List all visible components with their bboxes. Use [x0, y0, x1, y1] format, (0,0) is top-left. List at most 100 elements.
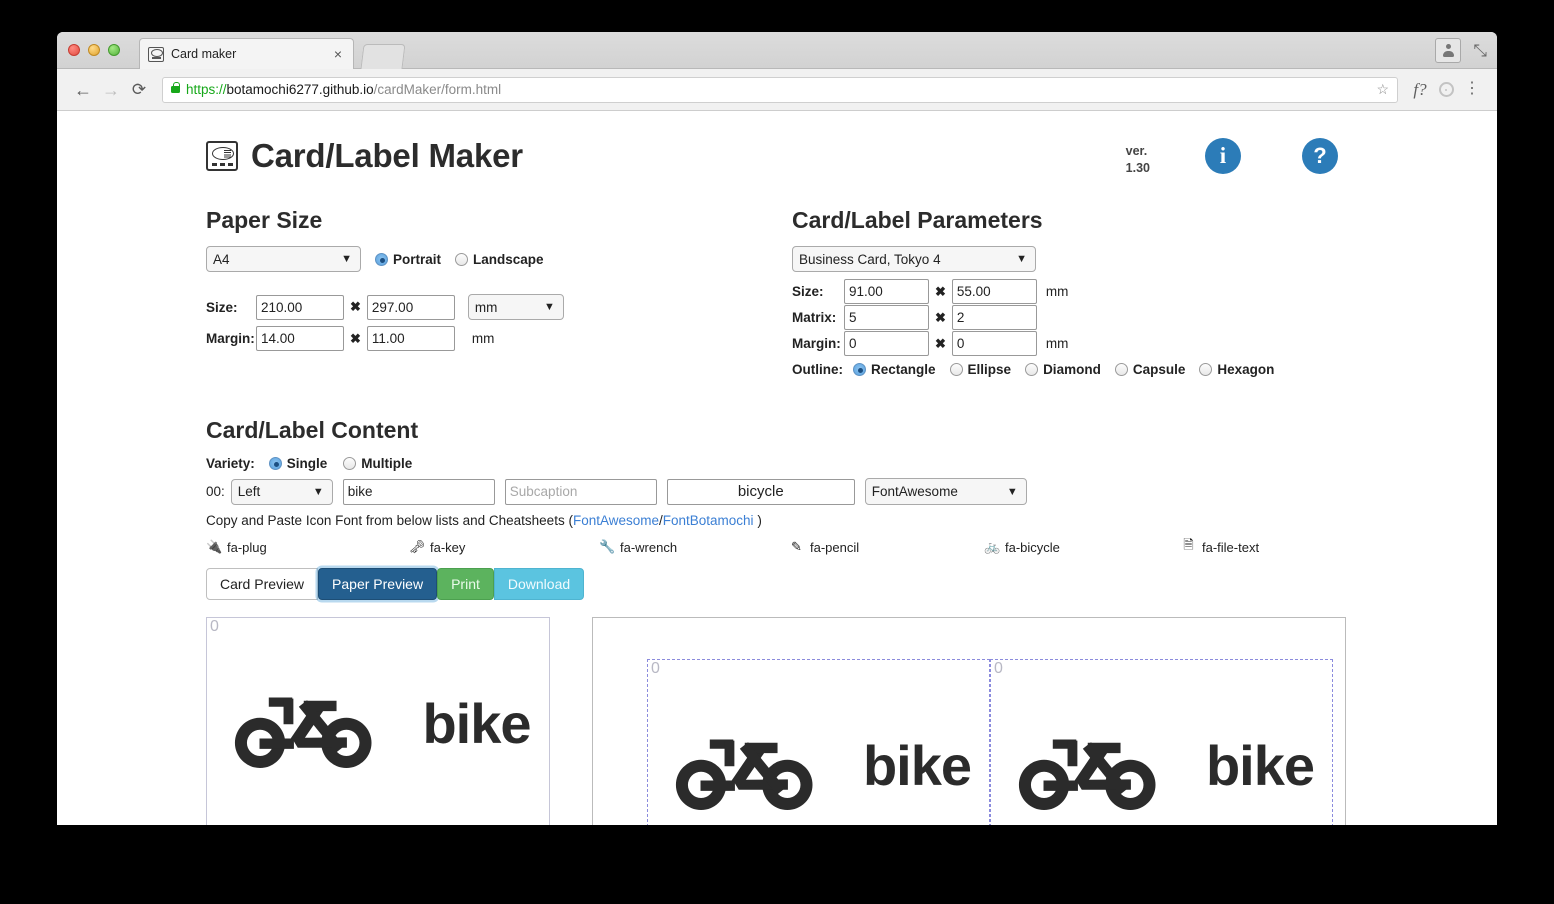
paper-preview-canvas[interactable]: 0 bike 0 bike	[592, 617, 1346, 825]
info-button[interactable]: i	[1205, 138, 1241, 174]
close-tab-icon[interactable]: ×	[331, 47, 345, 61]
paper-size-width-input[interactable]	[256, 294, 344, 320]
paper-size-row: Size: ✖ mm ▼	[206, 294, 766, 320]
icon-font-input[interactable]	[666, 478, 855, 505]
cell-caption-text: bike	[1205, 734, 1315, 797]
outline-hexagon-radio[interactable]: Hexagon	[1199, 362, 1274, 377]
print-button[interactable]: Print	[437, 568, 494, 600]
card-size-width-input[interactable]	[844, 279, 929, 304]
card-preview-canvas[interactable]: 0 bike	[206, 617, 550, 825]
paper-cell[interactable]: 0 bike	[647, 659, 990, 825]
outline-capsule-radio[interactable]: Capsule	[1114, 362, 1185, 377]
card-matrix-label: Matrix:	[792, 310, 837, 325]
outline-rectangle-radio[interactable]: Rectangle	[853, 362, 936, 377]
variety-single-radio[interactable]: Single	[268, 456, 327, 471]
key-icon: 🗝	[409, 539, 426, 554]
radio-dot	[1025, 363, 1039, 376]
bookmark-star-icon[interactable]: ☆	[1376, 81, 1389, 98]
outline-ellipse-radio[interactable]: Ellipse	[949, 362, 1011, 377]
icon-item-fa-bicycle[interactable]: 🚲 fa-bicycle	[984, 536, 1181, 558]
variety-multiple-radio[interactable]: Multiple	[343, 456, 412, 471]
close-window-button[interactable]	[68, 44, 80, 56]
extension-icon[interactable]	[1433, 82, 1459, 97]
icon-label: fa-file-text	[1202, 539, 1260, 555]
card-margin-height-input[interactable]	[951, 331, 1037, 356]
card-size-height-input[interactable]	[951, 279, 1037, 304]
paper-margin-height-input[interactable]	[366, 326, 455, 351]
pencil-icon: ✎	[791, 539, 802, 554]
cell-render: bike	[991, 660, 1332, 825]
card-caption-text: bike	[422, 692, 531, 755]
orientation-landscape-radio[interactable]: Landscape	[455, 252, 544, 267]
url-scheme: https://	[186, 82, 227, 97]
window-controls: ⤡	[1435, 38, 1487, 63]
icon-cheatsheet-list: 🔌 fa-plug 🗝 fa-key 🔧 fa-wrench ✎ fa-penc…	[206, 536, 1446, 558]
content-row-00: 00: Left ▼ FontAwesome ▼	[206, 478, 1446, 505]
page-title: Card/Label Maker	[251, 137, 523, 174]
fontawesome-link[interactable]: FontAwesome	[573, 513, 659, 528]
help-icon: ?	[1313, 143, 1327, 168]
file-text-icon: 🗎	[1183, 537, 1194, 552]
browser-tab[interactable]: Card maker ×	[139, 38, 354, 69]
address-bar[interactable]: https://botamochi6277.github.io/cardMake…	[162, 76, 1398, 103]
tab-favicon	[148, 46, 164, 62]
paper-margin-label: Margin:	[206, 331, 255, 346]
paper-size-section: Paper Size A4 ▼ Portrait Landscape Size:…	[206, 207, 766, 351]
forward-icon[interactable]: →	[97, 76, 125, 104]
paper-margin-row: Margin: ✖ mm	[206, 326, 766, 351]
person-icon	[1442, 44, 1455, 57]
card-margin-width-input[interactable]	[844, 331, 929, 356]
back-icon[interactable]: ←	[69, 76, 97, 104]
icon-font-hint: Copy and Paste Icon Font from below list…	[206, 513, 1446, 528]
url-host: botamochi6277.github.io	[226, 82, 374, 97]
help-button[interactable]: ?	[1302, 138, 1338, 174]
card-preview-button[interactable]: Card Preview	[206, 568, 319, 600]
bicycle-icon	[235, 697, 372, 768]
icon-item-fa-file-text[interactable]: 🗎 fa-file-text	[1181, 536, 1259, 558]
icon-item-fa-pencil[interactable]: ✎ fa-pencil	[789, 536, 984, 558]
hint-suffix: )	[753, 513, 762, 528]
reload-icon[interactable]: ⟳	[125, 76, 153, 104]
cell-caption-text: bike	[862, 734, 972, 797]
fullscreen-icon[interactable]: ⤡	[1473, 42, 1487, 59]
multiply-icon: ✖	[935, 283, 946, 299]
paper-size-height-input[interactable]	[366, 294, 455, 320]
orientation-portrait-radio[interactable]: Portrait	[375, 252, 441, 267]
fontbotamochi-link[interactable]: FontBotamochi	[663, 513, 754, 528]
icon-label: fa-key	[430, 539, 466, 555]
paper-preview-button[interactable]: Paper Preview	[318, 568, 438, 600]
radio-dot	[375, 252, 388, 266]
card-preset-wrap: Business Card, Tokyo 4 ▼	[792, 246, 1036, 272]
card-matrix-rows-input[interactable]	[951, 305, 1037, 330]
icon-item-fa-wrench[interactable]: 🔧 fa-wrench	[599, 536, 789, 558]
outline-diamond-radio[interactable]: Diamond	[1025, 362, 1101, 377]
paper-margin-width-input[interactable]	[256, 326, 344, 351]
subcaption-input[interactable]	[504, 478, 657, 505]
paper-cell[interactable]: 0 bike	[990, 659, 1333, 825]
paper-size-unit-select[interactable]: mm	[467, 294, 564, 320]
variety-row: Variety: Single Multiple	[206, 456, 1446, 471]
icon-font-select[interactable]: FontAwesome	[864, 478, 1027, 505]
icon-item-fa-plug[interactable]: 🔌 fa-plug	[206, 536, 409, 558]
paper-size-preset-select[interactable]: A4	[206, 246, 361, 272]
radio-dot	[853, 363, 866, 376]
font-extension-icon[interactable]: f?	[1407, 80, 1433, 100]
radio-dot	[949, 363, 963, 376]
profile-button[interactable]	[1435, 38, 1462, 63]
card-margin-row: Margin: ✖ mm	[792, 331, 1352, 356]
paper-unit-wrap: mm ▼	[467, 294, 564, 320]
card-preset-select[interactable]: Business Card, Tokyo 4	[792, 246, 1036, 272]
minimize-window-button[interactable]	[88, 44, 100, 56]
maximize-window-button[interactable]	[108, 44, 120, 56]
align-select[interactable]: Left	[230, 478, 333, 505]
browser-menu-icon[interactable]: ⋮	[1459, 81, 1485, 97]
outline-row: Outline: Rectangle Ellipse Diamond Capsu…	[792, 362, 1352, 377]
card-render: bike	[207, 618, 549, 825]
icon-item-fa-key[interactable]: 🗝 fa-key	[409, 536, 599, 558]
info-icon: i	[1219, 143, 1227, 168]
card-matrix-cols-input[interactable]	[844, 305, 929, 330]
download-button[interactable]: Download	[493, 568, 585, 600]
bicycle-icon	[675, 739, 813, 810]
new-tab-button[interactable]	[360, 44, 406, 69]
caption-input[interactable]	[342, 478, 495, 505]
